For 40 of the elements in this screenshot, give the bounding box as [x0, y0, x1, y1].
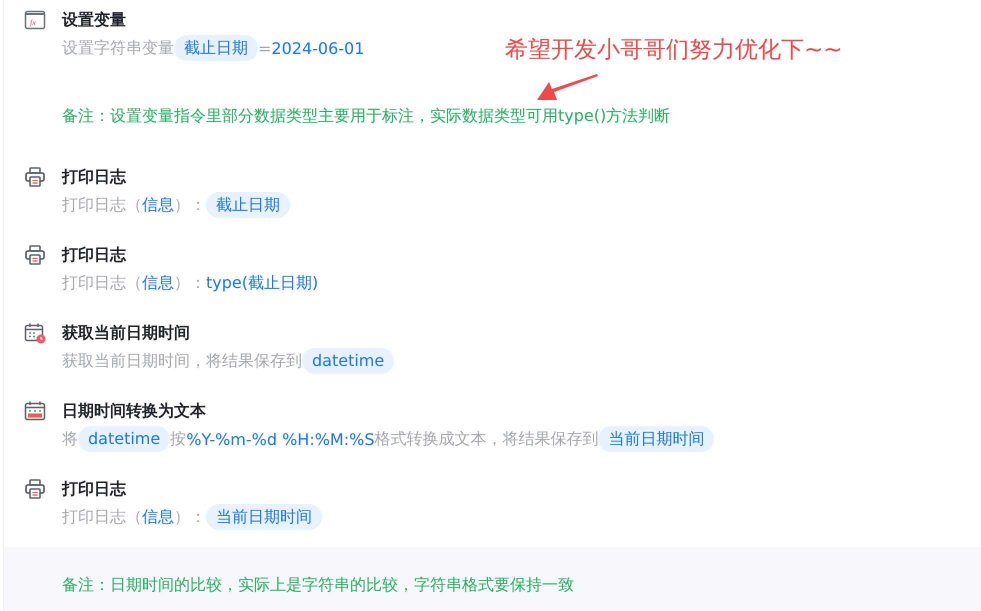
- description-text: ）：: [174, 272, 206, 294]
- note-text: 备注：设置变量指令里部分数据类型主要用于标注，实际数据类型可用type()方法判断: [61, 105, 670, 127]
- description-text: =: [258, 38, 272, 58]
- value-text: %Y-%m-%d %H:%M:%S: [186, 430, 374, 448]
- description-text: 设置字符串变量: [62, 38, 174, 58]
- description-text: ）：: [174, 506, 206, 528]
- step-title: 设置变量: [62, 9, 127, 31]
- description-text: 将: [62, 428, 78, 450]
- step-title: 获取当前日期时间: [62, 322, 191, 344]
- description-text: 打印日志（: [62, 194, 142, 216]
- printer-icon: [24, 478, 46, 500]
- description-text: ）：: [174, 194, 206, 216]
- calendar-icon: [24, 400, 46, 422]
- calendar-clock-icon: [24, 322, 46, 344]
- variable-tag: 截止日期: [206, 192, 290, 218]
- value-text: 信息: [142, 194, 174, 216]
- value-text: 2024-06-01: [271, 38, 364, 58]
- step-title: 打印日志: [62, 478, 128, 500]
- description-text: 打印日志（: [62, 272, 142, 294]
- function-icon: fx: [24, 9, 46, 31]
- step-title: 打印日志: [62, 166, 128, 188]
- value-text: 信息: [142, 272, 174, 294]
- description-text: 格式转换成文本，将结果保存到: [374, 428, 598, 450]
- printer-icon: [24, 244, 46, 266]
- description-text: 打印日志（: [62, 506, 142, 528]
- variable-tag: datetime: [302, 348, 394, 374]
- description-text: 获取当前日期时间，将结果保存到: [62, 350, 302, 372]
- value-text: 信息: [142, 506, 174, 528]
- value-text: type(截止日期): [206, 272, 318, 294]
- variable-tag: datetime: [78, 426, 170, 452]
- annotation-arrow: [537, 74, 598, 100]
- variable-tag: 当前日期时间: [598, 426, 714, 452]
- step-title: 日期时间转换为文本: [62, 400, 207, 422]
- description-text: 按: [170, 428, 186, 450]
- note-panel: 备注：日期时间的比较，实际上是字符串的比较，字符串格式要保持一致: [4, 547, 981, 611]
- printer-icon: [24, 166, 46, 188]
- variable-tag: 当前日期时间: [206, 504, 322, 530]
- step-title: 打印日志: [62, 244, 128, 266]
- variable-tag: 截止日期: [174, 35, 258, 61]
- annotation-text: 希望开发小哥哥们努力优化下~~: [505, 36, 843, 64]
